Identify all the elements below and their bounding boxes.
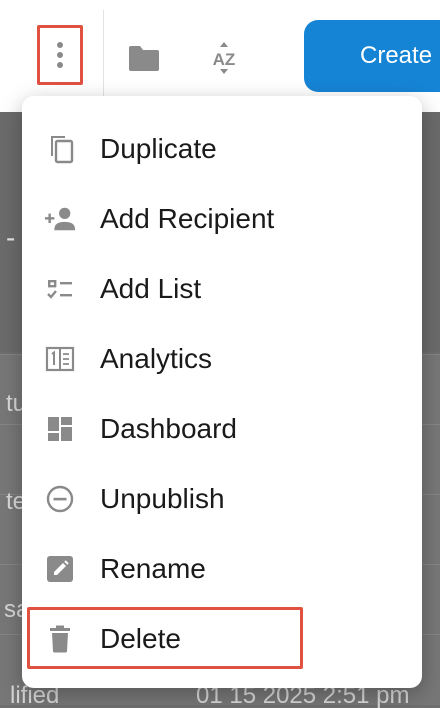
analytics-icon — [44, 343, 76, 375]
more-vertical-icon — [57, 42, 63, 68]
menu-item-label: Analytics — [100, 343, 213, 374]
menu-item-analytics[interactable]: Analytics — [22, 324, 422, 394]
menu-item-label: Dashboard — [100, 413, 237, 444]
menu-item-add-recipient[interactable]: Add Recipient — [22, 184, 422, 254]
menu-item-rename[interactable]: Rename — [22, 534, 422, 604]
menu-item-duplicate[interactable]: Duplicate — [22, 114, 422, 184]
add-person-icon — [44, 203, 76, 235]
duplicate-icon — [44, 133, 76, 165]
svg-text:AZ: AZ — [213, 50, 236, 69]
sort-button[interactable]: AZ — [206, 40, 242, 76]
menu-item-label: Rename — [100, 553, 206, 584]
menu-item-label: Duplicate — [100, 133, 217, 164]
minus-circle-icon — [44, 483, 76, 515]
sort-az-icon: AZ — [213, 42, 236, 74]
menu-item-unpublish[interactable]: Unpublish — [22, 464, 422, 534]
checklist-icon — [44, 273, 76, 305]
app-stage: - tu te sa lified 01 15 2025 2:51 pm AZ — [0, 0, 440, 708]
folder-icon — [129, 46, 159, 71]
folder-button[interactable] — [126, 40, 162, 76]
menu-item-add-list[interactable]: Add List — [22, 254, 422, 324]
menu-item-label: Delete — [100, 623, 181, 654]
trash-icon — [44, 623, 76, 655]
pencil-icon — [44, 553, 76, 585]
menu-item-label: Add Recipient — [100, 203, 275, 234]
menu-item-delete[interactable]: Delete — [22, 604, 422, 674]
toolbar-divider — [103, 10, 104, 110]
dashboard-icon — [44, 413, 76, 445]
create-button[interactable]: Create — [304, 20, 440, 92]
create-button-label: Create — [360, 42, 433, 69]
menu-item-label: Unpublish — [100, 483, 225, 514]
context-menu: Duplicate Add Recipient Add List Analyti… — [22, 96, 422, 688]
background-text: - — [6, 222, 16, 253]
menu-item-label: Add List — [100, 273, 202, 304]
more-options-button[interactable] — [37, 25, 83, 85]
menu-item-dashboard[interactable]: Dashboard — [22, 394, 422, 464]
